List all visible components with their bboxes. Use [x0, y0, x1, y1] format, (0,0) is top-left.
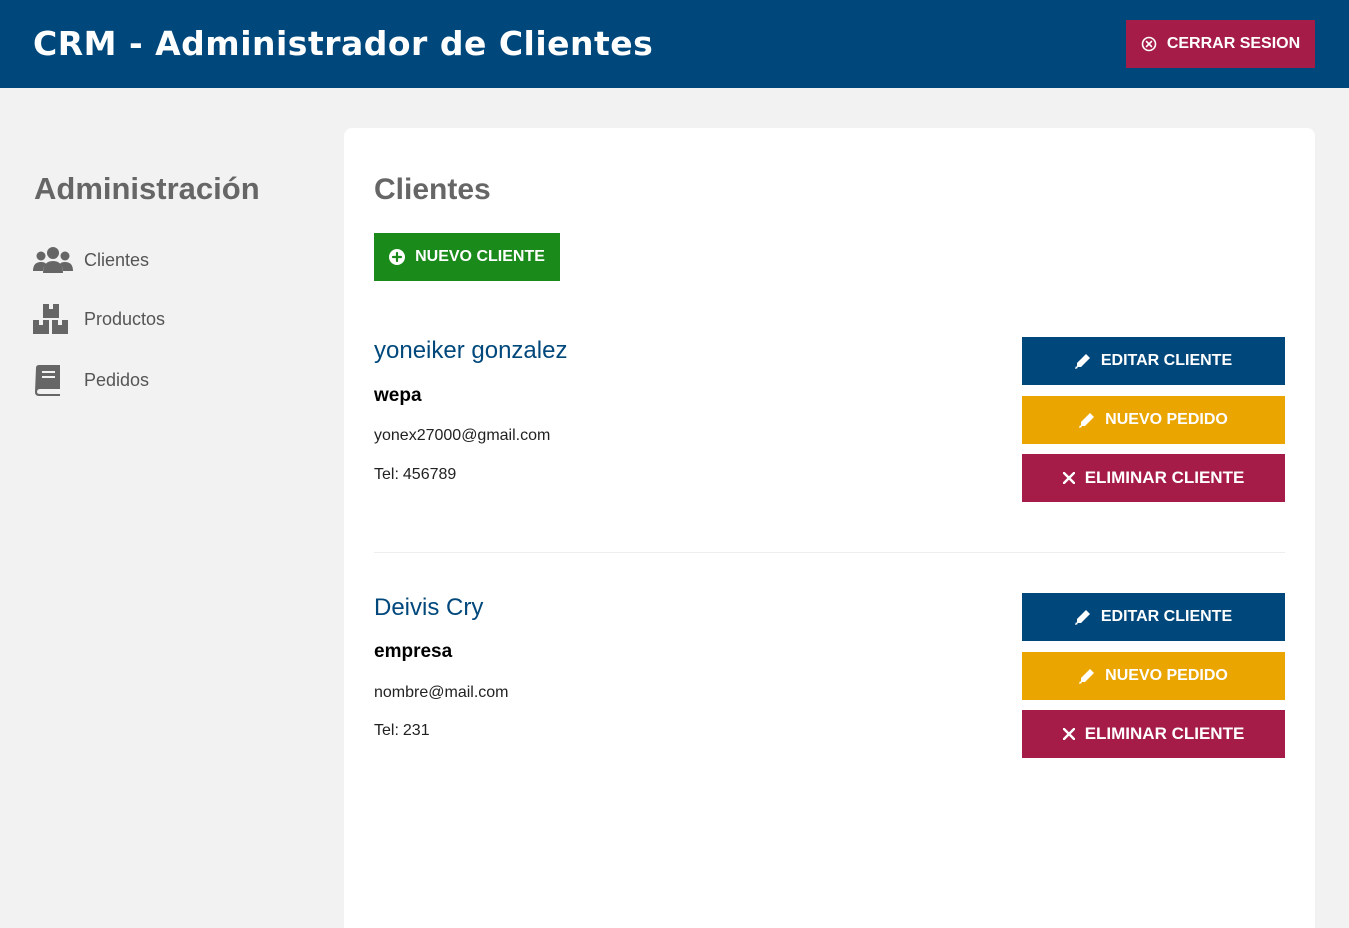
delete-client-button[interactable]: ELIMINAR CLIENTE [1022, 454, 1285, 502]
users-icon [33, 244, 73, 276]
edit-client-label: EDITAR CLIENTE [1100, 352, 1233, 369]
delete-client-button[interactable]: ELIMINAR CLIENTE [1022, 710, 1285, 758]
close-icon [1062, 472, 1075, 484]
close-icon [1062, 728, 1075, 740]
sidebar-item-label: Productos [84, 308, 166, 329]
sidebar-item-pedidos[interactable]: Pedidos [33, 364, 149, 396]
app-title: CRM - Administrador de Clientes [33, 24, 654, 63]
edit-client-button[interactable]: EDITAR CLIENTE [1022, 337, 1285, 385]
new-order-label: NUEVO PEDIDO [1105, 411, 1228, 428]
client-company: wepa [374, 385, 422, 406]
sidebar-item-label: Clientes [84, 249, 150, 270]
new-order-label: NUEVO PEDIDO [1105, 667, 1228, 684]
phone-prefix: Tel: [374, 466, 399, 483]
pencil-icon [1074, 609, 1091, 625]
client-email: yonex27000@gmail.com [374, 427, 551, 444]
client-phone: Tel: 231 [374, 722, 430, 740]
delete-client-label: ELIMINAR CLIENTE [1084, 468, 1245, 487]
client-phone: Tel: 456789 [374, 466, 456, 484]
sidebar-item-label: Pedidos [84, 369, 150, 390]
client-email: nombre@mail.com [374, 684, 509, 701]
book-icon [33, 364, 73, 396]
sidebar-item-productos[interactable]: Productos [33, 303, 165, 335]
edit-client-label: EDITAR CLIENTE [1100, 608, 1233, 625]
sidebar-item-clientes[interactable]: Clientes [33, 244, 149, 276]
phone-prefix: Tel: [374, 722, 399, 739]
pencil-icon [1079, 668, 1095, 684]
new-order-button[interactable]: NUEVO PEDIDO [1022, 396, 1285, 444]
client-name: Deivis Cry [374, 594, 484, 621]
client-name: yoneiker gonzalez [374, 337, 568, 364]
sidebar-title: Administración [34, 171, 260, 206]
new-client-button[interactable]: NUEVO CLIENTE [374, 233, 560, 281]
logout-label: CERRAR SESION [1166, 35, 1301, 52]
delete-client-label: ELIMINAR CLIENTE [1084, 724, 1245, 743]
logout-button[interactable]: CERRAR SESION [1126, 20, 1315, 68]
new-client-label: NUEVO CLIENTE [415, 248, 545, 265]
pencil-icon [1079, 412, 1095, 428]
client-divider [374, 552, 1285, 553]
boxes-icon [33, 303, 73, 335]
page-title: Clientes [374, 173, 491, 206]
plus-circle-icon [389, 249, 406, 265]
new-order-button[interactable]: NUEVO PEDIDO [1022, 652, 1285, 700]
edit-client-button[interactable]: EDITAR CLIENTE [1022, 593, 1285, 641]
phone-value: 456789 [402, 466, 457, 483]
pencil-icon [1074, 353, 1091, 369]
client-company: empresa [374, 641, 453, 662]
close-circle-icon [1141, 36, 1157, 52]
phone-value: 231 [402, 722, 430, 739]
